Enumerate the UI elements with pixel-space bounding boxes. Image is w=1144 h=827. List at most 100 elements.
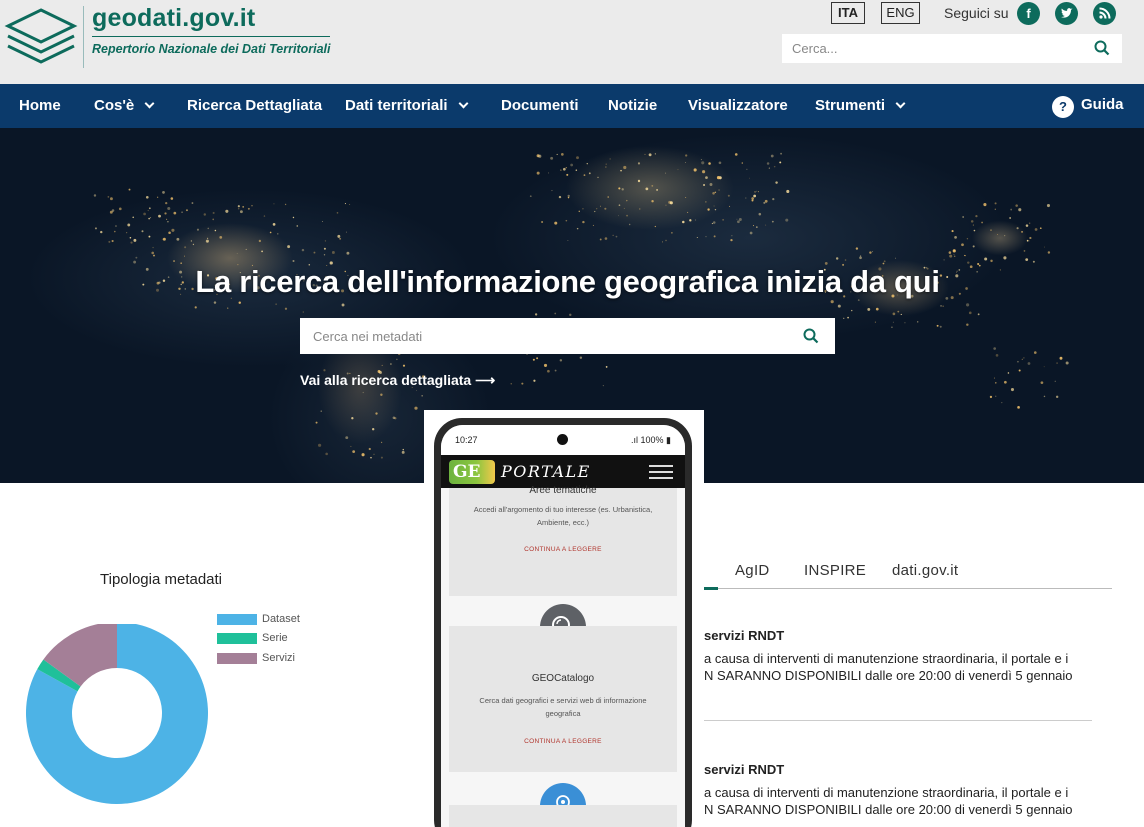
hero-title: La ricerca dell'informazione geografica …	[195, 264, 940, 299]
help-icon[interactable]: ?	[1052, 96, 1074, 118]
menu-icon[interactable]	[649, 465, 673, 479]
nav-item-home[interactable]: Home	[19, 97, 61, 114]
city-light-dot	[162, 237, 166, 241]
nav-item-dati-territoriali[interactable]: Dati territoriali	[345, 97, 468, 114]
detailed-search-link[interactable]: Vai alla ricerca dettagliata ⟶	[300, 372, 495, 389]
city-light-dot	[153, 254, 155, 257]
lang-eng-button[interactable]: ENG	[881, 2, 920, 24]
city-light-dot	[993, 347, 997, 350]
legend-label: Dataset	[262, 613, 300, 625]
twitter-icon[interactable]	[1055, 2, 1078, 25]
city-light-dot	[351, 417, 354, 420]
city-light-dot	[685, 154, 688, 157]
city-light-dot	[1009, 217, 1011, 219]
city-light-dot	[135, 256, 138, 259]
phone-mockup-overlay: 10:27 .ıl 100% ▮ GE PORTALE Aree tematic…	[424, 410, 704, 827]
city-light-dot	[176, 237, 180, 241]
nav-item-label: Ricerca Dettagliata	[187, 97, 323, 114]
city-light-dot	[758, 212, 762, 216]
city-light-dot	[859, 256, 862, 260]
nav-item-documenti[interactable]: Documenti	[501, 97, 579, 114]
geoportale-logo[interactable]: GE	[449, 460, 495, 484]
city-light-dot	[714, 208, 717, 211]
card-aree-tematiche[interactable]: Aree tematiche Accedi all'argomento di t…	[449, 485, 677, 596]
city-light-dot	[321, 220, 323, 222]
city-light-dot	[258, 239, 262, 243]
city-light-dot	[586, 162, 588, 165]
nav-item-label: Notizie	[608, 97, 658, 114]
city-light-dot	[1017, 360, 1019, 363]
card-geocatalogo[interactable]: GEOCatalogo Cerca dati geografici e serv…	[449, 626, 677, 772]
city-light-dot	[758, 191, 759, 193]
city-light-dot	[225, 209, 229, 213]
city-light-dot	[970, 220, 974, 223]
layers-logo-icon[interactable]	[4, 6, 78, 68]
city-light-dot	[1023, 357, 1025, 359]
city-light-dot	[837, 304, 841, 308]
nav-item-notizie[interactable]: Notizie	[608, 97, 657, 114]
city-light-dot	[185, 209, 188, 212]
city-light-dot	[618, 187, 621, 190]
city-light-dot	[738, 218, 742, 222]
city-light-dot	[755, 226, 758, 228]
city-light-dot	[709, 183, 713, 186]
city-light-dot	[1056, 362, 1058, 364]
nav-item-cose[interactable]: Cos'è	[94, 97, 155, 114]
card-read-more-link[interactable]: CONTINUA A LEGGERE	[449, 546, 677, 553]
news-text: N SARANNO DISPONIBILI dalle ore 20:00 di…	[704, 802, 1073, 817]
city-light-dot	[620, 169, 622, 172]
city-light-dot	[162, 191, 165, 194]
city-light-dot	[375, 412, 378, 415]
tab-agid[interactable]: AgID	[735, 562, 770, 579]
city-light-dot	[111, 239, 114, 243]
tab-dati-gov[interactable]: dati.gov.it	[892, 562, 958, 579]
news-title[interactable]: servizi RNDT	[704, 762, 784, 777]
city-light-dot	[247, 207, 250, 210]
news-title[interactable]: servizi RNDT	[704, 628, 784, 643]
header-search-input[interactable]	[782, 34, 1082, 63]
city-light-dot	[766, 162, 770, 165]
search-icon[interactable]	[1094, 40, 1110, 56]
search-icon[interactable]	[803, 328, 819, 344]
site-header: geodati.gov.it Repertorio Nazionale dei …	[0, 0, 1144, 84]
hero-search	[300, 318, 835, 354]
city-light-dot	[341, 303, 345, 307]
city-light-dot	[628, 223, 631, 226]
phone-frame: 10:27 .ıl 100% ▮ GE PORTALE Aree tematic…	[434, 418, 692, 827]
city-light-dot	[973, 229, 976, 232]
city-light-dot	[727, 194, 730, 197]
nav-item-strumenti[interactable]: Strumenti	[815, 97, 906, 114]
city-light-dot	[1059, 356, 1063, 360]
city-light-dot	[205, 239, 209, 243]
city-light-dot	[148, 235, 151, 238]
facebook-icon[interactable]: f	[1017, 2, 1040, 25]
city-light-dot	[962, 216, 965, 218]
lang-ita-button[interactable]: ITA	[831, 2, 865, 24]
nav-item-label: Documenti	[501, 97, 579, 114]
site-title[interactable]: geodati.gov.it	[92, 4, 255, 33]
city-light-dot	[592, 224, 594, 227]
card-read-more-link[interactable]: CONTINUA A LEGGERE	[449, 738, 677, 745]
city-light-dot	[1016, 227, 1019, 230]
city-light-dot	[712, 192, 715, 195]
city-light-dot	[702, 170, 706, 174]
city-light-dot	[536, 357, 539, 360]
tab-inspire[interactable]: INSPIRE	[804, 562, 866, 579]
nav-item-ricerca-dettagliata[interactable]: Ricerca Dettagliata	[187, 97, 322, 114]
city-light-dot	[605, 163, 607, 165]
city-light-dot	[237, 205, 240, 208]
city-light-dot	[361, 453, 365, 457]
city-light-dot	[567, 196, 570, 199]
city-light-dot	[975, 214, 978, 218]
city-light-dot	[1018, 369, 1021, 372]
city-light-dot	[599, 238, 602, 241]
metadata-search-input[interactable]	[300, 318, 790, 354]
city-light-dot	[372, 428, 375, 431]
city-light-dot	[984, 257, 988, 261]
rss-icon[interactable]	[1093, 2, 1116, 25]
city-light-dot	[949, 254, 953, 258]
nav-item-visualizzatore[interactable]: Visualizzatore	[688, 97, 788, 114]
nav-item-guida[interactable]: Guida	[1081, 96, 1124, 113]
city-light-dot	[775, 181, 778, 184]
nav-item-label: Home	[19, 97, 61, 114]
